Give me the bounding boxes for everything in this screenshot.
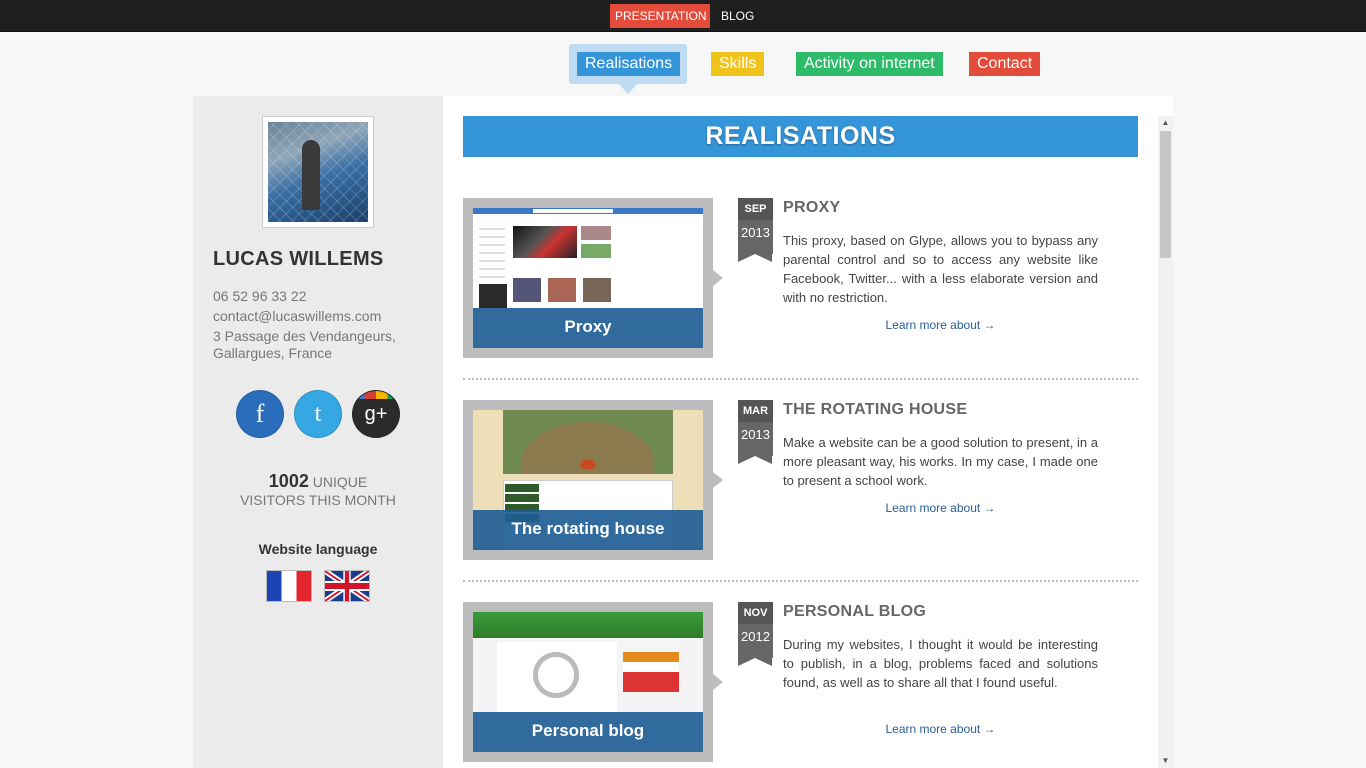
profile-photo-image bbox=[268, 122, 368, 222]
profile-name: LUCAS WILLEMS bbox=[213, 248, 384, 270]
thumbnail-caption: Personal blog bbox=[473, 712, 703, 752]
scroll-up-arrow-icon[interactable]: ▲ bbox=[1158, 116, 1173, 130]
flag-uk-icon[interactable] bbox=[324, 570, 370, 602]
realisation-description: Make a website can be a good solution to… bbox=[783, 435, 1098, 488]
profile-sidebar: LUCAS WILLEMS 06 52 96 33 22 contact@luc… bbox=[193, 96, 443, 768]
scroll-thumb[interactable] bbox=[1160, 131, 1171, 258]
realisation-title: PROXY bbox=[783, 199, 841, 216]
tab-skills[interactable]: Skills bbox=[711, 52, 765, 76]
thumbnail-image: The rotating house bbox=[473, 410, 703, 550]
thumbnail-image: Proxy bbox=[473, 208, 703, 348]
date-year: 2013 bbox=[741, 225, 770, 240]
profile-phone: 06 52 96 33 22 bbox=[213, 288, 307, 304]
flag-france-icon[interactable] bbox=[266, 570, 312, 602]
tab-contact[interactable]: Contact bbox=[969, 52, 1041, 76]
realisation-description: This proxy, based on Glype, allows you t… bbox=[783, 233, 1098, 305]
date-year: 2013 bbox=[741, 427, 770, 442]
realisation-title: THE ROTATING HOUSE bbox=[783, 401, 968, 418]
google-plus-glyph: g+ bbox=[364, 403, 388, 425]
profile-photo bbox=[262, 116, 374, 228]
date-month: MAR bbox=[738, 400, 773, 422]
learn-more-link[interactable]: Learn more about → bbox=[783, 318, 1098, 332]
google-plus-icon[interactable]: g+ bbox=[352, 390, 400, 438]
date-month: NOV bbox=[738, 602, 773, 624]
scroll-down-arrow-icon[interactable]: ▼ bbox=[1158, 754, 1173, 768]
facebook-icon[interactable]: f bbox=[236, 390, 284, 438]
item-separator bbox=[463, 378, 1138, 380]
profile-email: contact@lucaswillems.com bbox=[213, 308, 382, 324]
twitter-icon[interactable]: t bbox=[294, 390, 342, 438]
tab-realisations[interactable]: Realisations bbox=[577, 52, 681, 76]
date-badge: MAR 2013 bbox=[738, 400, 773, 464]
thumbnail-caption: Proxy bbox=[473, 308, 703, 348]
thumbnail-caption: The rotating house bbox=[473, 510, 703, 550]
visitor-unit: UNIQUE bbox=[312, 474, 368, 490]
item-separator bbox=[463, 580, 1138, 582]
thumbnail-image: Personal blog bbox=[473, 612, 703, 752]
nav-blog-button[interactable]: BLOG bbox=[716, 4, 759, 28]
visitor-caption: VISITORS THIS MONTH bbox=[240, 492, 396, 508]
realisation-thumbnail-rotating-house[interactable]: The rotating house bbox=[463, 400, 723, 560]
realisation-title: PERSONAL BLOG bbox=[783, 603, 927, 620]
content-scrollbar[interactable]: ▲ ▼ bbox=[1158, 116, 1173, 768]
top-nav-bar: PRESENTATION BLOG bbox=[0, 0, 1366, 32]
section-banner-title: REALISATIONS bbox=[463, 116, 1138, 157]
visitor-count: 1002 bbox=[268, 471, 309, 491]
date-year: 2012 bbox=[741, 629, 770, 644]
learn-more-link[interactable]: Learn more about → bbox=[783, 501, 1098, 515]
main-content: REALISATIONS Proxy SEP 2013 PROXY This p… bbox=[443, 96, 1173, 768]
google-plus-color-stripe bbox=[353, 391, 399, 399]
visitor-stats: 1002 UNIQUE VISITORS THIS MONTH bbox=[193, 472, 443, 509]
profile-address: 3 Passage des Vendangeurs, Gallargues, F… bbox=[213, 328, 396, 361]
language-title: Website language bbox=[258, 541, 378, 557]
realisation-thumbnail-proxy[interactable]: Proxy bbox=[463, 198, 723, 358]
realisation-description: During my websites, I thought it would b… bbox=[783, 637, 1098, 690]
learn-more-link[interactable]: Learn more about → bbox=[783, 722, 1098, 736]
date-month: SEP bbox=[738, 198, 773, 220]
flag-uk-graphic bbox=[325, 571, 369, 601]
realisation-thumbnail-personal-blog[interactable]: Personal blog bbox=[463, 602, 723, 762]
tab-activity-on-internet[interactable]: Activity on internet bbox=[796, 52, 943, 76]
date-badge: NOV 2012 bbox=[738, 602, 773, 666]
date-badge: SEP 2013 bbox=[738, 198, 773, 262]
nav-presentation-button[interactable]: PRESENTATION bbox=[610, 4, 710, 28]
